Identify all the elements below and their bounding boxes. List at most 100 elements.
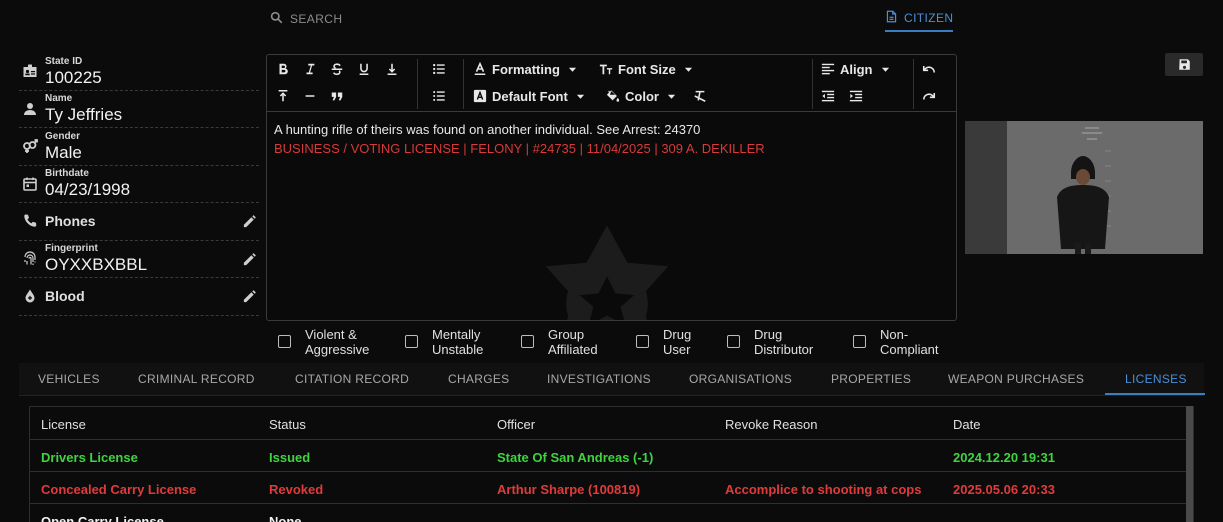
outdent-button[interactable] — [821, 86, 835, 106]
tab-criminal-record[interactable]: CRIMINAL RECORD — [138, 372, 255, 386]
editor-toolbar: Formatting Font Size Align Default Font … — [267, 55, 956, 112]
quote-button[interactable] — [330, 86, 344, 106]
horizontal-rule-button[interactable] — [303, 86, 317, 106]
checkbox[interactable] — [521, 335, 534, 348]
birthdate-row: Birthdate 04/23/1998 — [19, 166, 259, 203]
undo-icon — [922, 65, 936, 73]
checkbox[interactable] — [853, 335, 866, 348]
toolbar-divider — [417, 59, 418, 109]
numbered-list-button[interactable] — [432, 86, 446, 106]
column-header[interactable]: Officer — [497, 417, 535, 432]
strikethrough-icon — [331, 63, 343, 76]
flag-group-affiliated[interactable]: Group Affiliated — [521, 327, 598, 357]
redo-button[interactable] — [922, 86, 936, 106]
quote-icon — [331, 92, 343, 101]
undo-button[interactable] — [922, 59, 936, 79]
tab-vehicles[interactable]: VEHICLES — [38, 372, 100, 386]
toolbar-divider — [812, 59, 813, 109]
flag-label-line1: Non- — [880, 327, 909, 342]
search-bar[interactable]: SEARCH — [270, 11, 342, 27]
record-tabs: VEHICLES CRIMINAL RECORD CITATION RECORD… — [19, 363, 1205, 396]
note-line-2: BUSINESS / VOTING LICENSE | FELONY | #24… — [274, 141, 765, 156]
font-size-dropdown[interactable]: Font Size — [599, 59, 693, 79]
phone-icon — [20, 211, 40, 231]
edit-fingerprint-pencil-icon[interactable] — [242, 252, 257, 267]
document-icon — [885, 10, 898, 26]
tab-licenses[interactable]: LICENSES — [1125, 372, 1187, 386]
font-family-dropdown[interactable]: Default Font — [473, 86, 585, 106]
flag-label-line1: Drug — [754, 327, 783, 342]
flag-label-line1: Violent & — [305, 327, 357, 342]
font-size-icon — [599, 64, 613, 75]
column-header[interactable]: Revoke Reason — [725, 417, 818, 432]
align-dropdown[interactable]: Align — [821, 59, 890, 79]
checkbox[interactable] — [278, 335, 291, 348]
tab-properties[interactable]: PROPERTIES — [831, 372, 911, 386]
flag-checkboxes: Violent & Aggressive Mentally Unstable Gro… — [278, 327, 968, 359]
paint-bucket-icon — [606, 90, 620, 102]
table-row[interactable]: Open Carry License None — [30, 504, 1193, 522]
tab-weapon-purchases[interactable]: WEAPON PURCHASES — [948, 372, 1084, 386]
save-button[interactable] — [1165, 53, 1203, 76]
bold-button[interactable] — [276, 59, 290, 79]
tab-citation-record[interactable]: CITATION RECORD — [295, 372, 409, 386]
superscript-button[interactable] — [276, 86, 290, 106]
bullet-list-button[interactable] — [432, 59, 446, 79]
licenses-table: License Status Officer Revoke Reason Dat… — [29, 406, 1194, 522]
blood-drop-icon — [20, 286, 40, 306]
checkbox[interactable] — [727, 335, 740, 348]
flag-label-line1: Drug — [663, 327, 692, 342]
tab-citizen[interactable]: CITIZEN — [885, 10, 954, 32]
flag-label-line2: Affiliated — [548, 342, 598, 357]
edit-blood-pencil-icon[interactable] — [242, 289, 257, 304]
edit-phones-pencil-icon[interactable] — [242, 214, 257, 229]
fingerprint-value: OYXXBXBBL — [45, 255, 148, 275]
column-header[interactable]: License — [41, 417, 86, 432]
id-badge-icon — [20, 61, 40, 81]
italic-icon — [306, 63, 315, 75]
state-id-row: State ID 100225 — [19, 53, 259, 91]
column-header[interactable]: Date — [953, 417, 980, 432]
person-icon — [20, 99, 40, 119]
redo-icon — [922, 92, 936, 100]
revoke-reason-cell: Accomplice to shooting at cops — [725, 482, 922, 497]
phones-row: Phones — [19, 203, 259, 241]
flag-mentally-unstable[interactable]: Mentally Unstable — [405, 327, 483, 357]
flag-drug-user[interactable]: Drug User — [636, 327, 691, 357]
column-header[interactable]: Status — [269, 417, 306, 432]
flag-violent-aggressive[interactable]: Violent & Aggressive — [278, 327, 369, 357]
checkbox[interactable] — [405, 335, 418, 348]
strikethrough-button[interactable] — [330, 59, 344, 79]
font-size-label: Font Size — [618, 61, 676, 77]
flag-label-line2: Compliant — [880, 342, 939, 357]
italic-button[interactable] — [303, 59, 317, 79]
clear-format-button[interactable] — [693, 86, 707, 106]
indent-button[interactable] — [849, 86, 863, 106]
table-row[interactable]: Concealed Carry License Revoked Arthur S… — [30, 472, 1193, 504]
color-label: Color — [625, 88, 659, 104]
birthdate-value: 04/23/1998 — [45, 180, 131, 200]
state-id-value: 100225 — [45, 67, 102, 87]
name-row: Name Ty Jeffries — [19, 91, 259, 128]
checkbox[interactable] — [636, 335, 649, 348]
tab-organisations[interactable]: ORGANISATIONS — [689, 372, 792, 386]
editor-content[interactable]: A hunting rifle of theirs was found on a… — [267, 112, 956, 320]
underline-button[interactable] — [357, 59, 371, 79]
table-row[interactable]: Drivers License Issued State Of San Andr… — [30, 440, 1193, 472]
flag-drug-distributor[interactable]: Drug Distributor — [727, 327, 813, 357]
flag-non-compliant[interactable]: Non- Compliant — [853, 327, 939, 357]
subscript-button[interactable] — [385, 59, 399, 79]
license-cell: Open Carry License — [41, 514, 164, 522]
color-dropdown[interactable]: Color — [606, 86, 676, 106]
numbered-list-icon — [433, 91, 445, 101]
floppy-disk-icon — [1178, 59, 1190, 70]
formatting-dropdown[interactable]: Formatting — [473, 59, 577, 79]
font-family-icon — [473, 89, 487, 103]
table-scrollbar[interactable] — [1186, 406, 1193, 522]
tab-charges[interactable]: CHARGES — [448, 372, 509, 386]
tab-investigations[interactable]: INVESTIGATIONS — [547, 372, 651, 386]
caret-down-icon — [576, 94, 584, 99]
phones-label: Phones — [45, 213, 96, 230]
gender-value: Male — [45, 142, 82, 162]
top-bar: SEARCH CITIZEN — [0, 0, 1223, 38]
